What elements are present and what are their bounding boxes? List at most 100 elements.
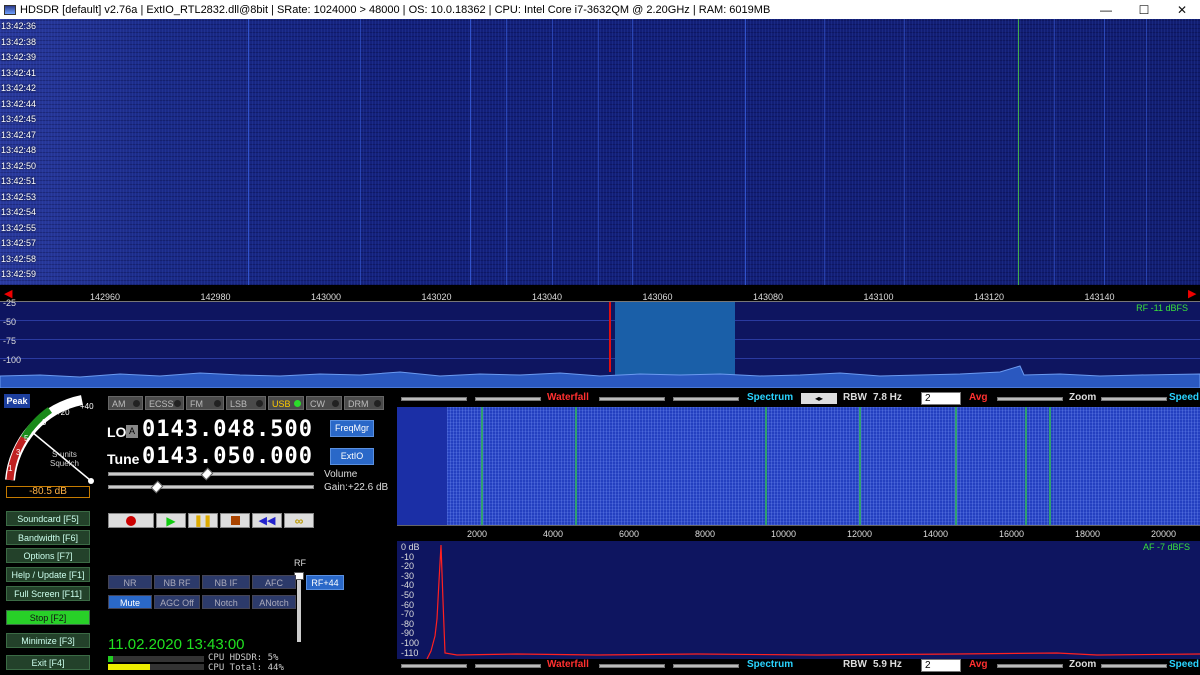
left-button-0[interactable]: Soundcard [F5] — [6, 511, 90, 526]
waterfall-noise — [0, 19, 1200, 285]
waterfall-timestamp: 13:42:55 — [1, 222, 37, 233]
mode-button-am[interactable]: AM — [108, 396, 143, 410]
smeter-scale-label: 1 — [8, 464, 13, 473]
rf-gain-slider[interactable] — [294, 572, 304, 642]
zoom-label-bottom: Zoom — [1069, 659, 1097, 670]
spec-slider-1[interactable] — [599, 397, 665, 401]
af-frequency-tick: 2000 — [467, 529, 488, 539]
waterfall-timestamp: 13:42:44 — [1, 98, 37, 109]
rbw-value-bottom: 5.9 Hz — [873, 659, 902, 670]
left-button-2[interactable]: Options [F7] — [6, 548, 90, 563]
avg-label: Avg — [969, 392, 988, 403]
waterfall-timestamps: 13:42:36 13:42:38 13:42:39 13:42:41 13:42:42… — [0, 19, 40, 283]
spec-slider-2[interactable] — [673, 397, 739, 401]
peak-button[interactable]: Peak — [4, 394, 30, 408]
pause-button[interactable]: ❚❚ — [188, 513, 218, 528]
dsp-button-agc-off[interactable]: AGC Off — [154, 595, 200, 609]
tune-frequency[interactable]: 0143.050.000 — [142, 444, 313, 469]
mode-button-cw[interactable]: CW — [306, 396, 342, 410]
af-spectrum[interactable]: 0 dB -10 -20 -30 -40 -50 -60 -70 -80 -90 -100 -110 … — [397, 541, 1200, 659]
mode-label: AM — [112, 399, 126, 409]
wf-slider-1[interactable] — [401, 397, 467, 401]
dsp-button-afc[interactable]: AFC — [252, 575, 296, 589]
gain-slider[interactable] — [108, 480, 314, 494]
record-icon — [126, 515, 136, 526]
rf-frequency-scale[interactable]: ◀ ▶ 142960 142980 143000 143020 143040 143060… — [0, 285, 1200, 302]
spec-slider-4[interactable] — [673, 664, 739, 668]
mode-button-lsb[interactable]: LSB — [226, 396, 266, 410]
rf-waterfall[interactable]: 13:42:36 13:42:38 13:42:39 13:42:41 13:42:42… — [0, 19, 1200, 285]
spectrum-label: Spectrum — [747, 392, 794, 403]
dsp-button-nb-rf[interactable]: NB RF — [154, 575, 200, 589]
wf-slider-4[interactable] — [475, 664, 541, 668]
frequency-tick-label: 143100 — [863, 292, 894, 302]
close-button[interactable]: ✕ — [1164, 0, 1200, 19]
dsp-button-anotch[interactable]: ANotch — [252, 595, 296, 609]
mode-label: CW — [310, 399, 325, 409]
dsp-button-notch[interactable]: Notch — [202, 595, 250, 609]
af-frequency-tick: 6000 — [619, 529, 640, 539]
record-button[interactable] — [108, 513, 154, 528]
stop-playback-button[interactable] — [220, 513, 250, 528]
left-button-7[interactable]: Exit [F4] — [6, 655, 90, 670]
rbw-label: RBW — [843, 392, 867, 403]
mode-button-drm[interactable]: DRM — [344, 396, 384, 410]
mode-button-usb[interactable]: USB — [268, 396, 304, 410]
cpu-hdsdr-label: CPU HDSDR: 5% — [208, 653, 279, 663]
avg-dropdown-bottom[interactable]: 2 — [921, 659, 961, 672]
wf-slider-3[interactable] — [401, 664, 467, 668]
pause-icon: ❚❚ — [193, 515, 213, 527]
lo-frequency[interactable]: 0143.048.500 — [142, 417, 313, 442]
zoom-slider[interactable] — [997, 397, 1063, 401]
waterfall-timestamp: 13:42:51 — [1, 176, 37, 186]
dsp-button-nr[interactable]: NR — [108, 575, 152, 589]
rewind-button[interactable]: ◀◀ — [252, 513, 282, 528]
left-button-6[interactable]: Minimize [F3] — [6, 633, 90, 648]
rf-spectrum[interactable]: -25-50-75-100-125 RF -11 dBFS — [0, 298, 1200, 388]
scroll-right-icon[interactable]: ▶ — [1188, 287, 1196, 300]
maximize-button[interactable]: ☐ — [1126, 0, 1162, 19]
avg-label-bottom: Avg — [969, 659, 988, 670]
spec-slider-3[interactable] — [599, 664, 665, 668]
mode-button-fm[interactable]: FM — [186, 396, 224, 410]
left-button-5[interactable]: Stop [F2] — [6, 610, 90, 625]
frequency-tick-label: 142960 — [90, 292, 121, 302]
smeter-scale-label: 5 — [24, 434, 29, 443]
af-frequency-tick: 12000 — [847, 529, 873, 539]
frequency-tick-label: 142980 — [200, 292, 231, 302]
dsp-button-nb-if[interactable]: NB IF — [202, 575, 250, 589]
frequency-tick-label: 143000 — [311, 292, 342, 302]
mode-led-icon — [256, 400, 263, 407]
left-button-4[interactable]: Full Screen [F11] — [6, 586, 90, 601]
tune-label: Tune — [107, 451, 140, 467]
play-button[interactable]: ▶ — [156, 513, 186, 528]
speed-slider[interactable] — [1101, 397, 1167, 401]
freqmgr-button[interactable]: FreqMgr — [330, 420, 374, 437]
extio-button[interactable]: ExtIO — [330, 448, 374, 465]
waterfall-timestamp: 13:42:41 — [1, 67, 37, 78]
vfo-a-button[interactable]: A — [126, 425, 138, 438]
avg-dropdown[interactable]: 2 — [921, 392, 961, 405]
mode-label: FM — [190, 399, 203, 409]
waterfall-timestamp: 13:42:50 — [1, 160, 37, 171]
loop-button[interactable]: ∞ — [284, 513, 314, 528]
zoom-slider-bottom[interactable] — [997, 664, 1063, 668]
minimize-button[interactable]: — — [1088, 0, 1124, 19]
volume-slider[interactable] — [108, 467, 314, 481]
spectrum-arrows-icon[interactable]: ◂▸ — [801, 393, 837, 404]
left-button-3[interactable]: Help / Update [F1] — [6, 567, 90, 582]
mode-led-icon — [374, 400, 381, 407]
af-frequency-tick: 8000 — [695, 529, 716, 539]
mode-button-ecss[interactable]: ECSS — [145, 396, 184, 410]
left-button-1[interactable]: Bandwidth [F6] — [6, 530, 90, 545]
mode-label: LSB — [230, 399, 248, 409]
rf-db-label: -50 — [3, 317, 17, 327]
dsp-button-mute[interactable]: Mute — [108, 595, 152, 609]
rf-gain-button[interactable]: RF+44 — [306, 575, 344, 590]
af-waterfall[interactable] — [397, 407, 1200, 525]
wf-slider-2[interactable] — [475, 397, 541, 401]
speed-slider-bottom[interactable] — [1101, 664, 1167, 668]
mode-led-icon — [133, 400, 140, 407]
waterfall-timestamp: 13:42:42 — [1, 83, 37, 93]
af-frequency-scale: 2000 4000 6000 8000 10000 12000 14000 16000 1800… — [397, 525, 1200, 541]
